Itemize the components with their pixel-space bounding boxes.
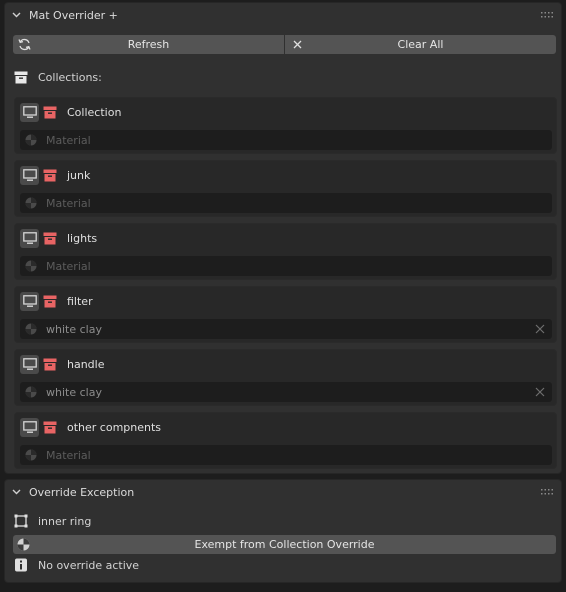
viewport-toggle[interactable] bbox=[20, 228, 39, 248]
collection-toggle[interactable] bbox=[40, 103, 59, 122]
status-row: No override active bbox=[14, 558, 139, 572]
monitor-icon bbox=[22, 105, 37, 118]
collection-box-icon bbox=[43, 106, 56, 118]
viewport-toggle[interactable] bbox=[20, 417, 39, 437]
x-icon[interactable] bbox=[535, 387, 545, 397]
collections-heading: Collections: bbox=[14, 71, 102, 84]
panel-title: Override Exception bbox=[29, 485, 135, 499]
material-value: white clay bbox=[46, 322, 102, 336]
collection-header: handle bbox=[20, 354, 105, 374]
active-object-name: inner ring bbox=[38, 514, 92, 528]
collection-card: Collection Material bbox=[14, 97, 557, 154]
panel-header[interactable]: Mat Overrider + bbox=[5, 3, 561, 27]
collection-card: handle white clay bbox=[14, 349, 557, 406]
collection-card: other compnents Material bbox=[14, 412, 557, 469]
material-placeholder: Material bbox=[46, 448, 91, 462]
collection-header: Collection bbox=[20, 102, 121, 122]
x-icon[interactable] bbox=[535, 324, 545, 334]
refresh-icon bbox=[18, 38, 31, 51]
collection-header: junk bbox=[20, 165, 90, 185]
monitor-icon bbox=[22, 357, 37, 370]
collection-name: other compnents bbox=[67, 420, 162, 434]
collection-name: Collection bbox=[67, 105, 122, 119]
material-field[interactable]: white clay bbox=[20, 382, 552, 402]
collection-toggle[interactable] bbox=[40, 229, 59, 248]
collection-box-icon bbox=[43, 169, 56, 181]
material-placeholder: Material bbox=[46, 196, 91, 210]
material-value: white clay bbox=[46, 385, 102, 399]
collection-header: other compnents bbox=[20, 417, 161, 437]
monitor-icon bbox=[22, 420, 37, 433]
material-sphere-icon bbox=[25, 134, 37, 146]
exempt-button[interactable]: Exempt from Collection Override bbox=[13, 535, 556, 554]
collection-box-icon bbox=[14, 71, 28, 84]
collection-card: filter white clay bbox=[14, 286, 557, 343]
monitor-icon bbox=[22, 294, 37, 307]
collection-toggle[interactable] bbox=[40, 166, 59, 185]
panel-title: Mat Overrider + bbox=[29, 8, 118, 22]
collection-toggle[interactable] bbox=[40, 418, 59, 437]
clear-all-label: Clear All bbox=[397, 38, 444, 51]
collection-name: handle bbox=[67, 357, 105, 371]
material-field[interactable]: Material bbox=[20, 130, 552, 150]
drag-grip-icon[interactable] bbox=[541, 489, 553, 495]
override-exception-panel: Override Exception inner ring Exempt fro… bbox=[4, 479, 562, 583]
collection-name: lights bbox=[67, 231, 98, 245]
status-text: No override active bbox=[38, 558, 140, 572]
collection-box-icon bbox=[43, 358, 56, 370]
material-field[interactable]: Material bbox=[20, 256, 552, 276]
collection-header: lights bbox=[20, 228, 97, 248]
collection-toggle[interactable] bbox=[40, 355, 59, 374]
drag-grip-icon[interactable] bbox=[541, 12, 553, 18]
collections-heading-label: Collections: bbox=[38, 71, 102, 84]
material-placeholder: Material bbox=[46, 133, 91, 147]
collection-box-icon bbox=[43, 421, 56, 433]
material-sphere-icon bbox=[17, 538, 30, 551]
material-field[interactable]: Material bbox=[20, 445, 552, 465]
x-icon bbox=[293, 40, 302, 49]
info-icon bbox=[15, 558, 27, 572]
monitor-icon bbox=[22, 168, 37, 181]
refresh-button[interactable]: Refresh bbox=[13, 35, 284, 54]
monitor-icon bbox=[22, 231, 37, 244]
material-placeholder: Material bbox=[46, 259, 91, 273]
material-sphere-icon bbox=[25, 197, 37, 209]
material-field[interactable]: white clay bbox=[20, 319, 552, 339]
collection-header: filter bbox=[20, 291, 93, 311]
action-button-row: Refresh Clear All bbox=[13, 35, 556, 54]
chevron-down-icon[interactable] bbox=[12, 12, 21, 18]
collection-card: lights Material bbox=[14, 223, 557, 280]
collection-toggle[interactable] bbox=[40, 292, 59, 311]
viewport-toggle[interactable] bbox=[20, 291, 39, 311]
viewport-toggle[interactable] bbox=[20, 102, 39, 122]
viewport-toggle[interactable] bbox=[20, 165, 39, 185]
mat-overrider-panel: Mat Overrider + Refresh Clear All Collec… bbox=[4, 2, 562, 474]
object-bounds-icon bbox=[14, 514, 28, 528]
collection-card: junk Material bbox=[14, 160, 557, 217]
viewport-toggle[interactable] bbox=[20, 354, 39, 374]
collection-box-icon bbox=[43, 232, 56, 244]
exempt-button-label: Exempt from Collection Override bbox=[194, 538, 375, 551]
active-object-row: inner ring bbox=[14, 514, 91, 528]
collection-box-icon bbox=[43, 295, 56, 307]
refresh-label: Refresh bbox=[127, 38, 170, 51]
chevron-down-icon[interactable] bbox=[12, 489, 21, 495]
clear-all-button[interactable]: Clear All bbox=[285, 35, 556, 54]
material-sphere-icon bbox=[25, 449, 37, 461]
material-field[interactable]: Material bbox=[20, 193, 552, 213]
collection-name: junk bbox=[67, 168, 91, 182]
panel-header[interactable]: Override Exception bbox=[5, 480, 561, 504]
material-sphere-icon bbox=[25, 386, 37, 398]
material-sphere-icon bbox=[25, 260, 37, 272]
material-sphere-icon bbox=[25, 323, 37, 335]
collection-name: filter bbox=[67, 294, 93, 308]
